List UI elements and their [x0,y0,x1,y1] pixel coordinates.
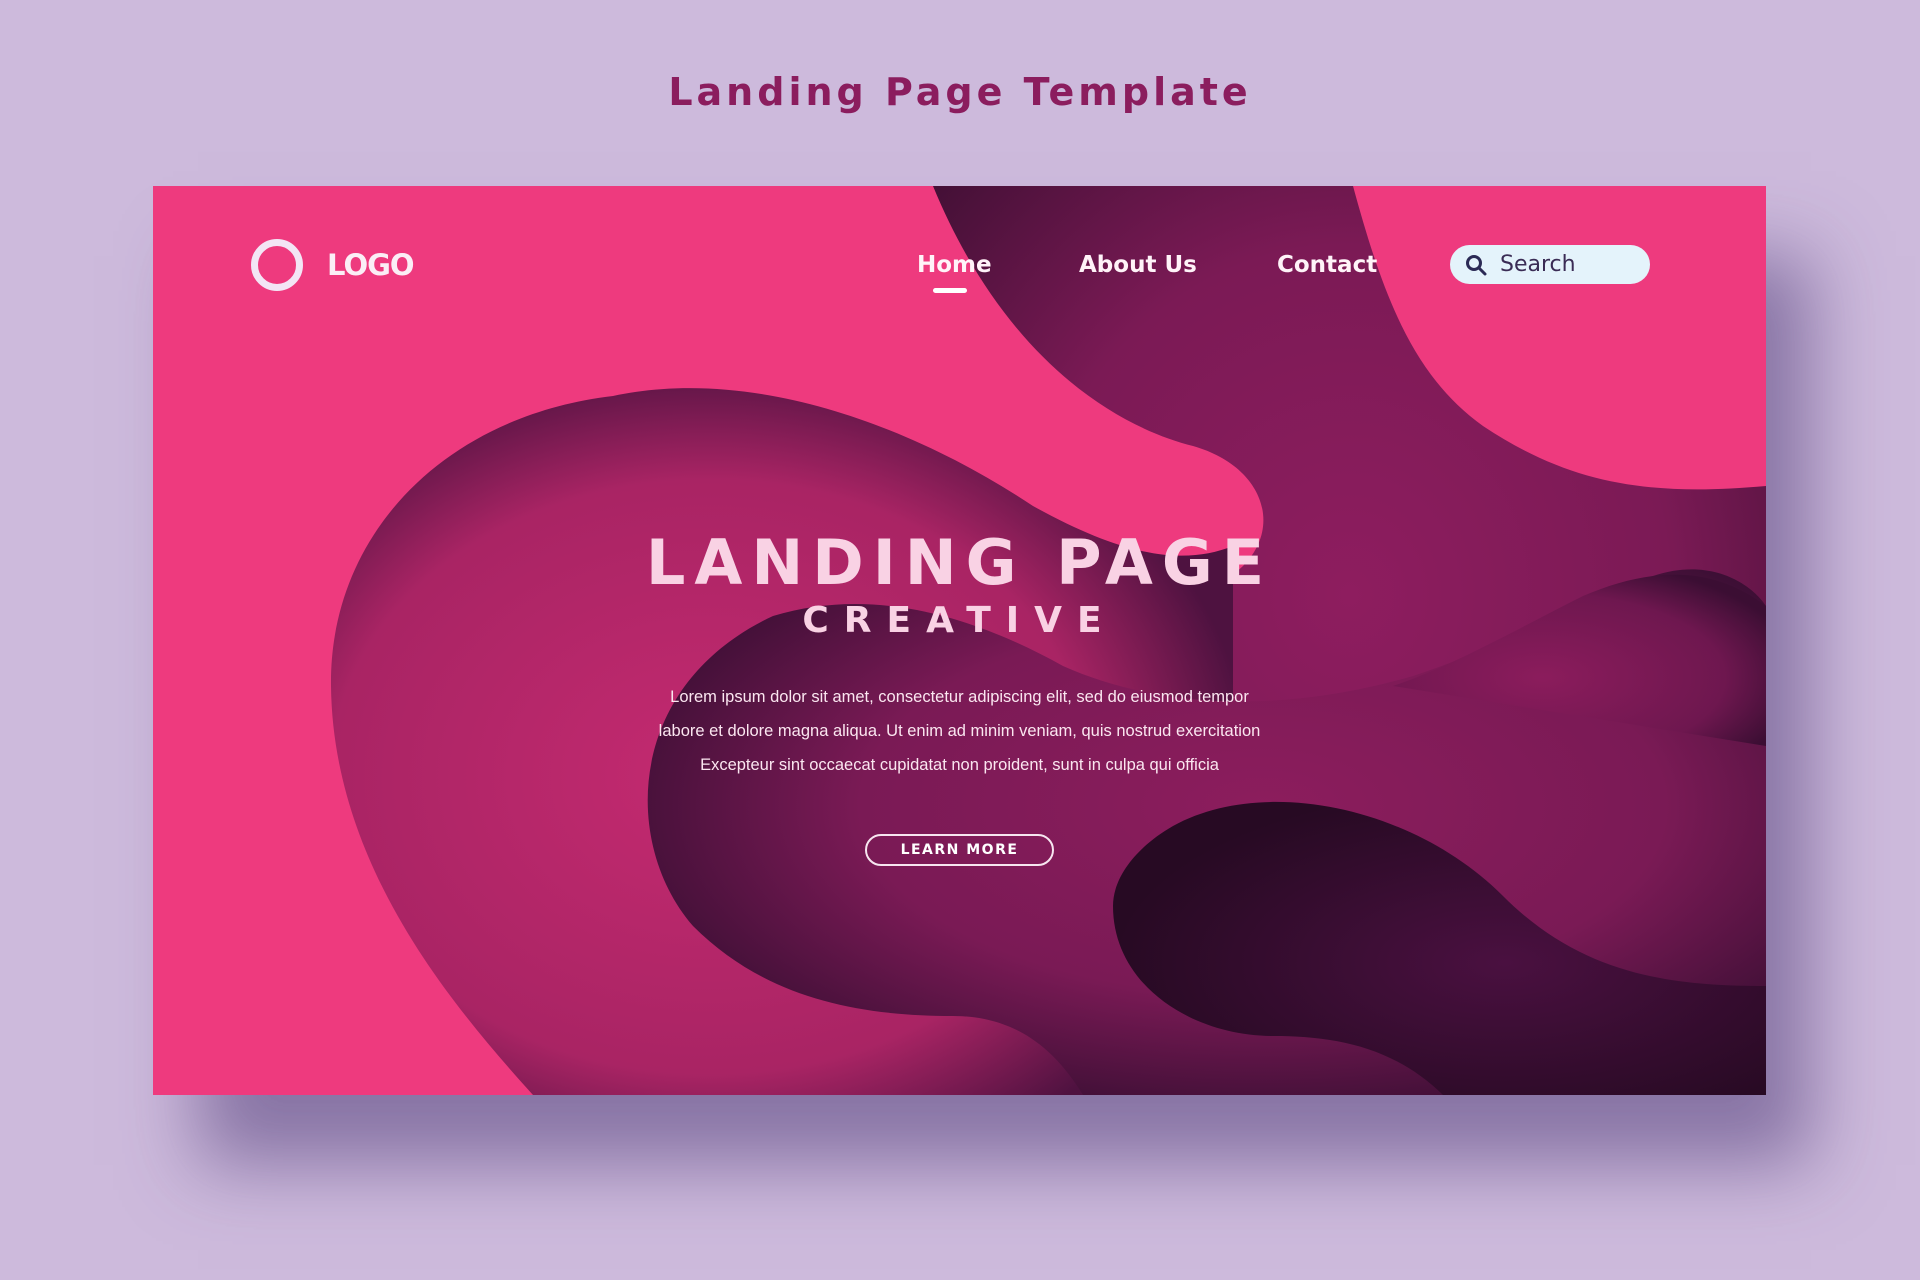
learn-more-button[interactable]: LEARN MORE [865,834,1054,866]
hero-description: Lorem ipsum dolor sit amet, consectetur … [533,680,1386,782]
active-nav-indicator [933,288,967,293]
hero-description-line: Lorem ipsum dolor sit amet, consectetur … [670,688,1249,706]
hero-subheading: CREATIVE [802,600,1117,641]
hero-heading: LANDING PAGE [645,526,1274,599]
ring-logo-icon [251,239,303,291]
search-box[interactable]: Search [1450,245,1650,284]
logo-text: LOGO [327,248,415,282]
nav-link-home[interactable]: Home [917,252,992,278]
logo[interactable]: LOGO [251,239,415,291]
search-icon [1466,254,1487,275]
landing-page-mockup: LOGO Home About Us Contact Search LANDIN… [153,186,1766,1095]
top-navigation: LOGO Home About Us Contact Search [153,186,1766,326]
hero-description-line: Excepteur sint occaecat cupidatat non pr… [700,756,1219,774]
search-placeholder: Search [1500,252,1576,277]
page-title: Landing Page Template [668,70,1252,114]
hero-description-line: labore et dolore magna aliqua. Ut enim a… [658,722,1261,740]
nav-link-about-us[interactable]: About Us [1079,252,1197,278]
nav-link-contact[interactable]: Contact [1277,252,1377,278]
